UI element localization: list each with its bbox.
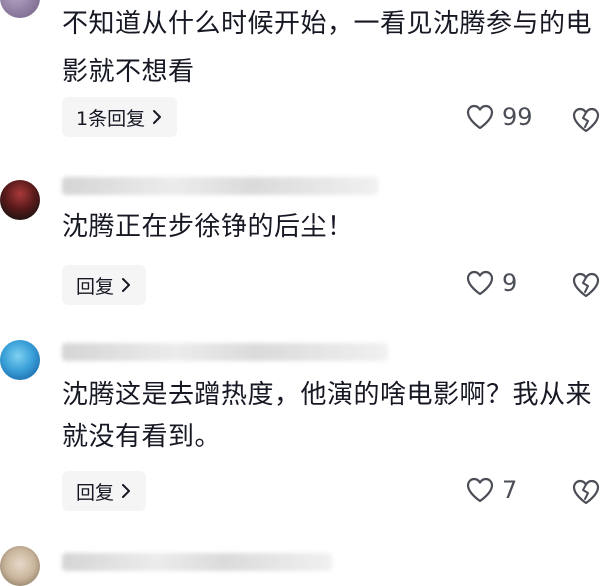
- comment-item: 沈腾正在步徐铮的后尘！ 回复 9: [0, 165, 600, 315]
- broken-heart-icon[interactable]: [572, 478, 600, 506]
- like-button[interactable]: 99: [466, 103, 533, 131]
- view-replies-button[interactable]: 1条回复: [62, 97, 178, 137]
- comment-item: [0, 540, 600, 586]
- like-count: 7: [502, 476, 518, 504]
- like-button[interactable]: 9: [466, 269, 517, 297]
- like-count: 9: [502, 269, 518, 297]
- avatar[interactable]: [0, 546, 40, 586]
- avatar[interactable]: [0, 340, 40, 380]
- comment-text: 沈腾正在步徐铮的后尘！: [62, 212, 354, 242]
- avatar[interactable]: [0, 180, 40, 220]
- reply-button[interactable]: 回复: [62, 265, 147, 305]
- comment-item: 沈腾这是去蹭热度，他演的啥电影啊？我从来就没有看到。 回复 7: [0, 330, 600, 525]
- chevron-right-icon: [122, 278, 131, 292]
- comment-text: 不知道从什么时候开始，一看见沈腾参与的电影就不想看: [62, 9, 593, 87]
- chevron-right-icon: [122, 484, 131, 498]
- username-redacted: [62, 343, 388, 361]
- broken-heart-icon[interactable]: [572, 271, 600, 299]
- like-button[interactable]: 7: [466, 476, 517, 504]
- heart-icon: [466, 104, 494, 130]
- reply-button-label: 1条回复: [76, 107, 146, 130]
- reply-button-label: 回复: [76, 481, 115, 504]
- like-count: 99: [502, 103, 533, 131]
- comment-item: 不知道从什么时候开始，一看见沈腾参与的电影就不想看 1条回复 99: [0, 0, 600, 150]
- broken-heart-icon[interactable]: [572, 106, 600, 134]
- username-redacted: [62, 553, 332, 571]
- heart-icon: [466, 477, 494, 503]
- comment-text: 沈腾这是去蹭热度，他演的啥电影啊？我从来就没有看到。: [62, 380, 593, 452]
- reply-button[interactable]: 回复: [62, 471, 147, 511]
- chevron-right-icon: [153, 110, 162, 124]
- heart-icon: [466, 270, 494, 296]
- username-redacted: [62, 177, 378, 195]
- reply-button-label: 回复: [76, 275, 115, 298]
- avatar[interactable]: [0, 0, 40, 18]
